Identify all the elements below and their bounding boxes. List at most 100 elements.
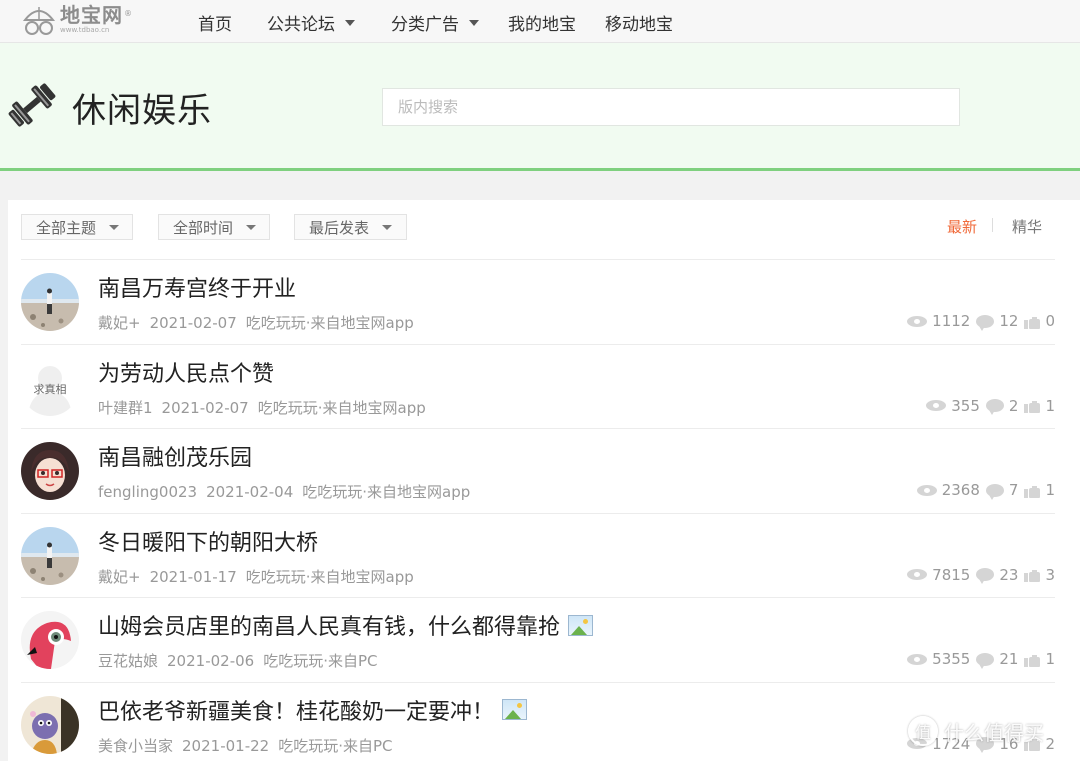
sort-featured-tab[interactable]: 精华	[1012, 216, 1042, 237]
thread-title: 南昌融创茂乐园	[98, 446, 253, 471]
thread-stats: 355 2 1	[920, 397, 1055, 415]
nav-mobile-dibao[interactable]: 移动地宝	[605, 10, 673, 35]
thread-row[interactable]: 南昌万寿宫终于开业 戴妃+ 2021-02-07 吃吃玩玩·来自地宝网app 1112 1…	[21, 259, 1055, 344]
nav-classified-ads[interactable]: 分类广告	[391, 10, 479, 35]
board-header: 休闲娱乐	[0, 43, 1080, 171]
nav-public-forum-label: 公共论坛	[267, 15, 335, 35]
thread-category[interactable]: 吃吃玩玩	[246, 314, 306, 332]
time-filter-dropdown[interactable]: 全部时间	[158, 214, 270, 240]
nav-public-forum[interactable]: 公共论坛	[267, 10, 355, 35]
thread-stats: 7815 23 3	[901, 566, 1055, 584]
reply-count: 21	[999, 650, 1019, 668]
topic-filter-dropdown[interactable]: 全部主题	[21, 214, 133, 240]
thread-date: 2021-01-22	[182, 736, 270, 755]
thread-title-link[interactable]: 巴依老爷新疆美食！桂花酸奶一定要冲！	[98, 694, 528, 726]
avatar[interactable]	[21, 526, 79, 585]
like-count: 3	[1045, 565, 1055, 584]
eye-icon	[907, 315, 928, 327]
thread-title: 南昌万寿宫终于开业	[98, 277, 297, 302]
thread-author[interactable]: fengling0023	[98, 483, 197, 501]
logo-name: 地宝网	[60, 3, 123, 27]
thread-title: 山姆会员店里的南昌人民真有钱，什么都得靠抢	[98, 615, 561, 640]
thread-author[interactable]: 戴妃+	[98, 314, 141, 332]
thread-meta: fengling0023 2021-02-04 吃吃玩玩·来自地宝网app	[98, 481, 470, 502]
thumbs-up-icon	[1024, 652, 1041, 667]
thread-title: 巴依老爷新疆美食！桂花酸奶一定要冲！	[98, 699, 495, 725]
thread-date: 2021-02-07	[161, 398, 249, 417]
like-count: 1	[1045, 396, 1055, 415]
reply-count: 7	[1008, 481, 1019, 499]
nav-home-label: 首页	[198, 15, 232, 35]
thread-author[interactable]: 美食小当家	[98, 737, 173, 755]
image-attachment-icon	[568, 614, 594, 636]
thread-date: 2021-01-17	[149, 567, 237, 586]
top-nav: 地宝网® www.tdbao.cn 首页 公共论坛 分类广告 我的地宝 移动地宝	[0, 0, 1080, 43]
page-title: 休闲娱乐	[72, 91, 212, 131]
thread-date: 2021-02-04	[206, 483, 294, 501]
logo-text: 地宝网® www.tdbao.cn	[60, 4, 132, 35]
reply-count: 12	[999, 312, 1019, 330]
comment-icon	[985, 399, 1004, 415]
image-attachment-icon	[502, 699, 528, 720]
thread-author[interactable]: 豆花姑娘	[98, 652, 158, 670]
thread-meta: 豆花姑娘 2021-02-06 吃吃玩玩·来自PC	[98, 650, 378, 671]
thread-category[interactable]: 吃吃玩玩	[258, 399, 318, 417]
comment-icon	[976, 314, 995, 331]
thread-row[interactable]: 求真相 为劳动人民点个赞 叶建群1 2021-02-07 吃吃玩玩·来自地宝网app 35…	[21, 343, 1055, 429]
thread-category[interactable]: 吃吃玩玩	[263, 652, 323, 670]
thread-category[interactable]: 吃吃玩玩	[278, 737, 338, 755]
thread-meta: 戴妃+ 2021-02-07 吃吃玩玩·来自地宝网app	[98, 312, 414, 333]
order-filter-dropdown[interactable]: 最后发表	[294, 214, 407, 240]
thread-author[interactable]: 叶建群1	[98, 399, 153, 417]
thread-author[interactable]: 戴妃+	[98, 568, 141, 586]
thread-row[interactable]: 山姆会员店里的南昌人民真有钱，什么都得靠抢豆花姑娘 2021-02-06 吃吃玩玩·…	[21, 597, 1055, 682]
eye-icon	[926, 400, 947, 411]
thread-source: ·来自地宝网app	[317, 398, 426, 417]
view-count: 2368	[941, 481, 980, 499]
thread-title-link[interactable]: 山姆会员店里的南昌人民真有钱，什么都得靠抢	[98, 609, 594, 641]
thread-source: ·来自地宝网app	[362, 483, 471, 501]
thread-title-link[interactable]: 冬日暖阳下的朝阳大桥	[98, 525, 318, 557]
thread-source: ·来自PC	[323, 652, 378, 670]
eye-icon	[916, 484, 937, 496]
thread-row[interactable]: 巴依老爷新疆美食！桂花酸奶一定要冲！ 美食小当家 2021-01-22 吃吃玩玩·来自…	[21, 681, 1055, 761]
avatar[interactable]: 求真相	[21, 357, 79, 416]
thread-stats: 1112 12 0	[901, 312, 1055, 331]
time-filter-label: 全部时间	[173, 218, 234, 237]
thumbs-up-icon	[1024, 483, 1041, 498]
thread-title-link[interactable]: 为劳动人民点个赞	[98, 356, 274, 388]
thread-title: 冬日暖阳下的朝阳大桥	[98, 530, 319, 556]
thread-source: ·来自地宝网app	[305, 567, 414, 586]
avatar[interactable]	[21, 695, 79, 754]
avatar[interactable]	[21, 611, 79, 669]
thread-stats: 2368 7 1	[911, 481, 1055, 500]
thread-list: 南昌万寿宫终于开业 戴妃+ 2021-02-07 吃吃玩玩·来自地宝网app 1112 1…	[21, 259, 1055, 761]
search-input[interactable]	[382, 88, 960, 126]
sort-newest-tab[interactable]: 最新	[947, 216, 977, 237]
thread-date: 2021-02-07	[149, 314, 237, 332]
chevron-down-icon	[345, 19, 355, 26]
avatar[interactable]	[21, 442, 79, 500]
view-count: 5355	[932, 650, 971, 668]
thread-title-link[interactable]: 南昌万寿宫终于开业	[98, 271, 296, 303]
thread-title-link[interactable]: 南昌融创茂乐园	[98, 440, 252, 472]
nav-home[interactable]: 首页	[198, 10, 232, 35]
thread-category[interactable]: 吃吃玩玩	[302, 483, 362, 501]
view-count: 7815	[932, 565, 971, 584]
like-count: 0	[1045, 312, 1055, 330]
thread-stats: 5355 21 1	[901, 650, 1055, 669]
thread-row[interactable]: 冬日暖阳下的朝阳大桥戴妃+ 2021-01-17 吃吃玩玩·来自地宝网app 7815…	[21, 512, 1055, 598]
logo-registered-mark: ®	[124, 8, 132, 18]
chevron-down-icon	[109, 224, 120, 230]
eye-icon	[907, 569, 928, 580]
site-logo[interactable]: 地宝网® www.tdbao.cn	[22, 4, 132, 36]
nav-my-dibao[interactable]: 我的地宝	[508, 10, 576, 35]
thread-category[interactable]: 吃吃玩玩	[246, 568, 306, 586]
avatar[interactable]	[21, 273, 79, 331]
dumbbell-icon	[8, 83, 56, 127]
order-filter-label: 最后发表	[309, 218, 370, 237]
thread-row[interactable]: 南昌融创茂乐园 fengling0023 2021-02-04 吃吃玩玩·来自地宝网a…	[21, 428, 1055, 513]
eye-icon	[907, 653, 928, 665]
reply-count: 2	[1008, 396, 1019, 415]
like-count: 1	[1045, 650, 1055, 668]
